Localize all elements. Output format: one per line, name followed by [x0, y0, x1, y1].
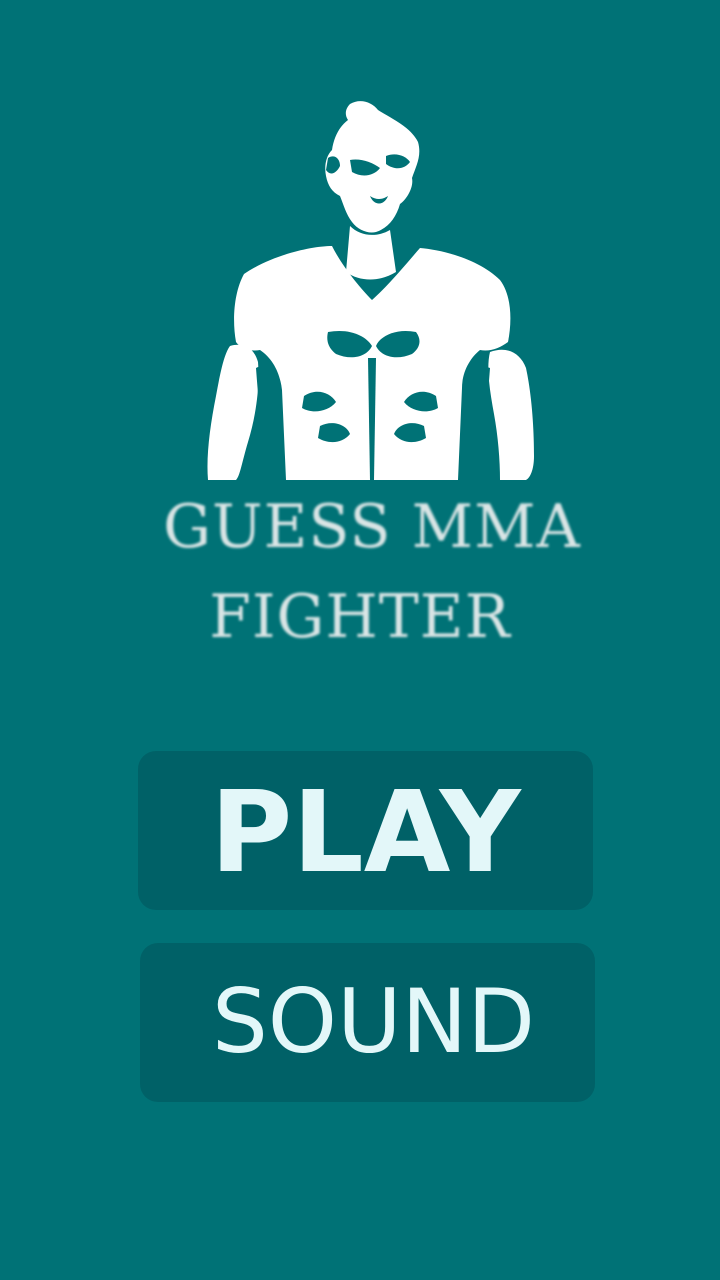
fighter-silhouette-icon [207, 101, 534, 480]
sound-toggle-button[interactable]: SOUND [140, 943, 595, 1102]
play-button[interactable]: PLAY [138, 751, 593, 910]
app-title-line-1: GUESS MMA [163, 492, 581, 562]
sound-button-label: SOUND [211, 970, 536, 1073]
main-menu-screen: GUESS MMA FIGHTER PLAY SOUND [0, 0, 720, 1280]
play-button-label: PLAY [210, 767, 521, 898]
app-title-line-2: FIGHTER [209, 582, 511, 652]
